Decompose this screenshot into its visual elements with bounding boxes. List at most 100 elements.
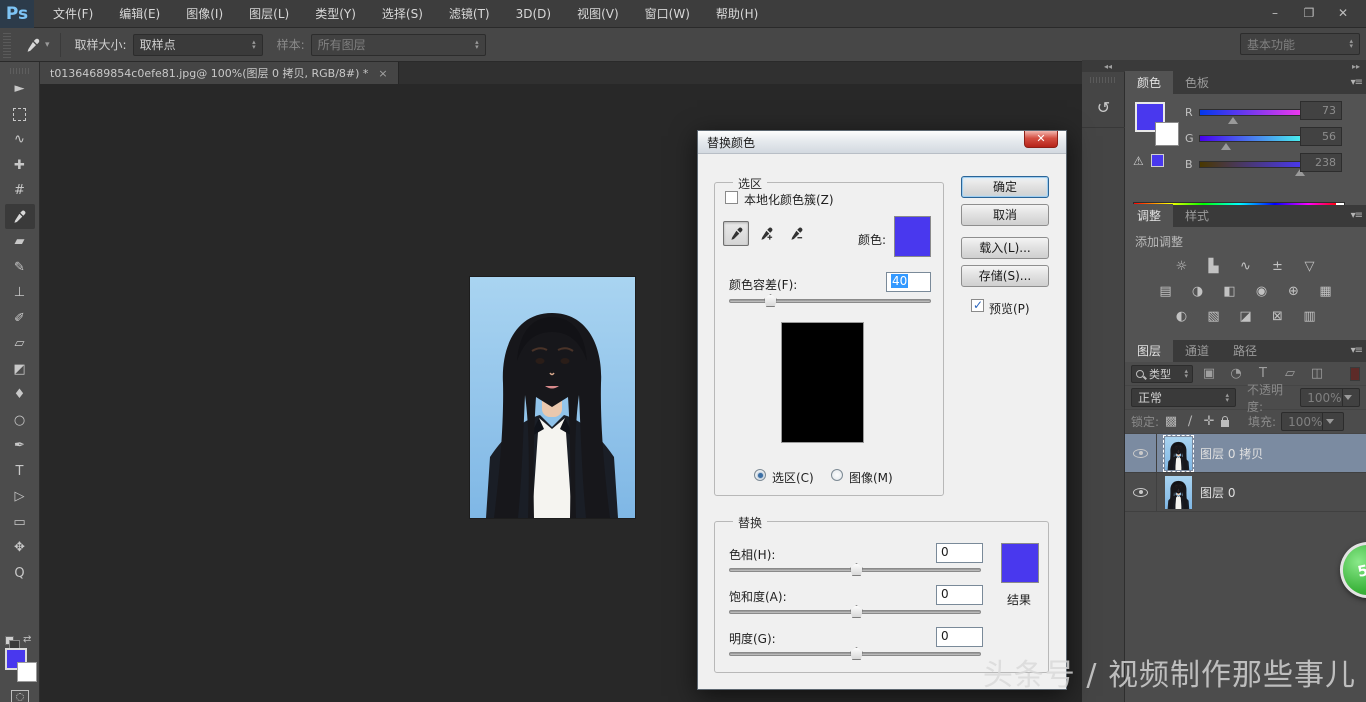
panel-menu-icon[interactable]: ▾≡	[1351, 210, 1362, 221]
curves-icon[interactable]: ∿	[1235, 257, 1257, 275]
layer-thumbnail[interactable]	[1165, 437, 1192, 470]
panel-menu-icon[interactable]: ▾≡	[1351, 77, 1362, 88]
eyedropper-subtract-button[interactable]	[783, 221, 809, 246]
layer-row-copy[interactable]: 图层 0 拷贝	[1125, 434, 1366, 473]
dodge-tool[interactable]: ○	[5, 408, 35, 434]
filter-type-dropdown[interactable]: 类型 ▴▾	[1131, 365, 1193, 383]
saturation-slider[interactable]	[729, 610, 981, 614]
preview-image-radio[interactable]	[831, 469, 843, 481]
blend-mode-dropdown[interactable]: 正常 ▴▾	[1131, 388, 1236, 407]
preview-checkbox[interactable]	[971, 299, 984, 312]
path-selection-tool[interactable]: ▷	[5, 484, 35, 510]
gradient-map-icon[interactable]: ▥	[1299, 307, 1321, 325]
gradient-tool[interactable]: ◩	[5, 357, 35, 383]
save-button[interactable]: 存储(S)...	[961, 265, 1049, 287]
quick-selection-tool[interactable]: ✚	[5, 153, 35, 179]
history-panel-button[interactable]: ↺	[1082, 88, 1125, 128]
document-image-portrait[interactable]	[470, 277, 635, 518]
tab-adjustments[interactable]: 调整	[1125, 204, 1173, 227]
menu-layer[interactable]: 图层(L)	[236, 0, 302, 28]
exposure-icon[interactable]: ±	[1267, 257, 1289, 275]
gamut-warning-icon[interactable]: ⚠	[1133, 154, 1144, 168]
filter-pixel-layers-icon[interactable]: ▣	[1198, 365, 1220, 383]
vibrance-icon[interactable]: ▽	[1299, 257, 1321, 275]
eraser-tool[interactable]: ▱	[5, 331, 35, 357]
fuzziness-slider[interactable]	[729, 299, 931, 303]
background-color-swatch-panel[interactable]	[1155, 122, 1179, 146]
blur-tool[interactable]: ♦	[5, 382, 35, 408]
color-lookup-icon[interactable]: ▦	[1315, 282, 1337, 300]
black-white-icon[interactable]: ◧	[1219, 282, 1241, 300]
menu-file[interactable]: 文件(F)	[40, 0, 106, 28]
filtering-toggle[interactable]	[1350, 367, 1360, 381]
move-tool[interactable]: ►	[5, 76, 35, 102]
background-color-swatch[interactable]	[17, 662, 37, 682]
document-tab[interactable]: t01364689854c0efe81.jpg@ 100%(图层 0 拷贝, R…	[40, 62, 399, 84]
dialog-close-button[interactable]: ✕	[1024, 131, 1058, 148]
red-channel-slider[interactable]	[1199, 109, 1309, 116]
menu-help[interactable]: 帮助(H)	[703, 0, 771, 28]
menu-type[interactable]: 类型(Y)	[302, 0, 369, 28]
lasso-tool[interactable]: ∿	[5, 127, 35, 153]
color-balance-icon[interactable]: ◑	[1187, 282, 1209, 300]
green-channel-value[interactable]: 56	[1300, 127, 1342, 146]
pen-tool[interactable]: ✒	[5, 433, 35, 459]
posterize-icon[interactable]: ▧	[1203, 307, 1225, 325]
ok-button[interactable]: 确定	[961, 176, 1049, 198]
eyedropper-tool[interactable]	[5, 204, 35, 230]
visibility-eye-icon[interactable]	[1133, 449, 1148, 458]
green-channel-slider[interactable]	[1199, 135, 1309, 142]
lightness-slider[interactable]	[729, 652, 981, 656]
lock-paint-icon[interactable]: ∕	[1183, 413, 1197, 431]
cancel-button[interactable]: 取消	[961, 204, 1049, 226]
tab-styles[interactable]: 样式	[1173, 204, 1221, 227]
eyedropper-add-button[interactable]	[753, 221, 779, 246]
layer-name[interactable]: 图层 0	[1200, 484, 1235, 501]
result-color-swatch[interactable]	[1001, 543, 1039, 583]
threshold-icon[interactable]: ◪	[1235, 307, 1257, 325]
dialog-title-bar[interactable]: 替换颜色	[698, 131, 1066, 154]
expand-dock-icon[interactable]: ▸▸	[1352, 62, 1360, 71]
layer-name[interactable]: 图层 0 拷贝	[1200, 445, 1263, 462]
clone-stamp-tool[interactable]: ⊥	[5, 280, 35, 306]
preview-selection-radio[interactable]	[754, 469, 766, 481]
eyedropper-sample-button[interactable]	[723, 221, 749, 246]
collapse-dock-icon[interactable]: ◂◂	[1104, 62, 1112, 71]
hue-saturation-icon[interactable]: ▤	[1155, 282, 1177, 300]
photo-filter-icon[interactable]: ◉	[1251, 282, 1273, 300]
visibility-eye-icon[interactable]	[1133, 488, 1148, 497]
brightness-contrast-icon[interactable]: ☼	[1171, 257, 1193, 275]
blue-channel-slider[interactable]	[1199, 161, 1309, 168]
brush-tool[interactable]: ✎	[5, 255, 35, 281]
menu-view[interactable]: 视图(V)	[564, 0, 632, 28]
tab-layers[interactable]: 图层	[1125, 339, 1173, 362]
selective-color-icon[interactable]: ⊠	[1267, 307, 1289, 325]
lock-transparent-icon[interactable]: ▩	[1164, 413, 1178, 431]
layer-row-original[interactable]: 图层 0	[1125, 473, 1366, 512]
tab-swatches[interactable]: 色板	[1173, 71, 1221, 94]
localized-clusters-checkbox[interactable]	[725, 191, 738, 204]
tool-preset-picker[interactable]: ▾	[11, 33, 61, 57]
crop-tool[interactable]: #	[5, 178, 35, 204]
levels-icon[interactable]: ▙	[1203, 257, 1225, 275]
shape-tool[interactable]: ▭	[5, 510, 35, 536]
hand-tool[interactable]: ✥	[5, 535, 35, 561]
workspace-switcher[interactable]: 基本功能 ▴▾	[1240, 33, 1360, 55]
blue-channel-value[interactable]: 238	[1300, 153, 1342, 172]
tab-color[interactable]: 颜色	[1125, 71, 1173, 94]
load-button[interactable]: 载入(L)...	[961, 237, 1049, 259]
default-colors-icon[interactable]	[5, 636, 14, 645]
hue-input[interactable]: 0	[936, 543, 983, 563]
selected-color-swatch[interactable]	[894, 216, 931, 257]
minimize-button[interactable]: –	[1258, 2, 1292, 24]
green-slider-thumb[interactable]	[1221, 143, 1231, 150]
hue-slider[interactable]	[729, 568, 981, 572]
filter-adjustment-layers-icon[interactable]: ◔	[1225, 365, 1247, 383]
menu-edit[interactable]: 编辑(E)	[106, 0, 173, 28]
menu-image[interactable]: 图像(I)	[173, 0, 236, 28]
layer-thumbnail[interactable]	[1165, 476, 1192, 509]
filter-smart-objects-icon[interactable]: ◫	[1306, 365, 1328, 383]
type-tool[interactable]: T	[5, 459, 35, 485]
tab-channels[interactable]: 通道	[1173, 339, 1221, 362]
history-brush-tool[interactable]: ✐	[5, 306, 35, 332]
